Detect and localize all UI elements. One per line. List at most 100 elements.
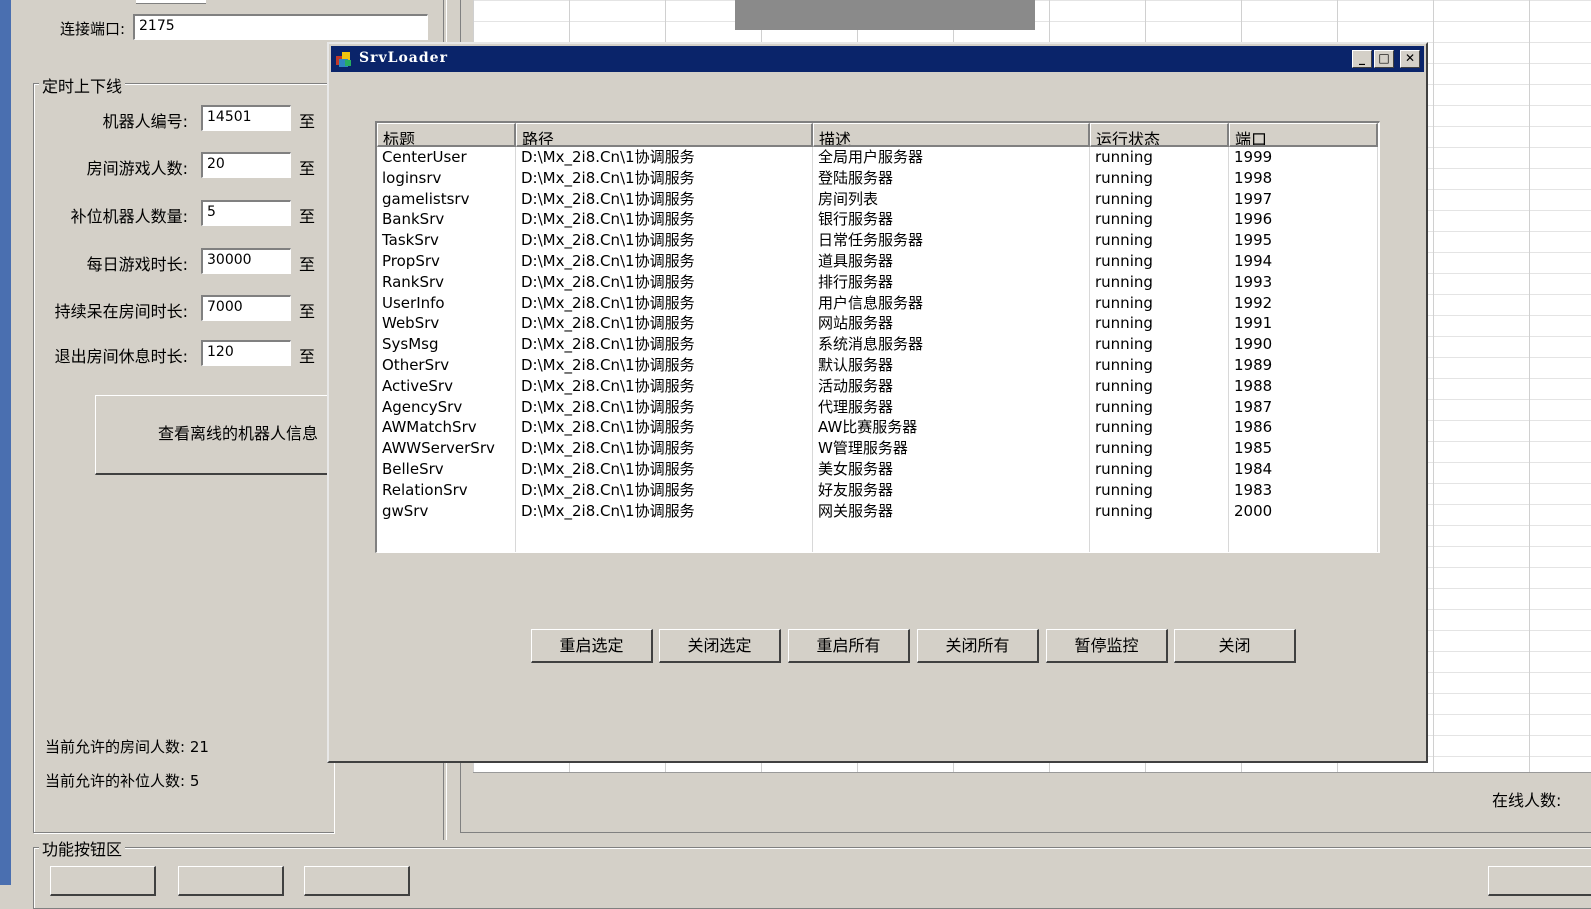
function-button-3[interactable] [304, 866, 410, 896]
server-cell: running [1095, 355, 1153, 374]
server-cell: WebSrv [382, 314, 440, 333]
server-cell: RankSrv [382, 272, 445, 291]
server-cell: 网关服务器 [818, 501, 894, 520]
column-header[interactable]: 运行状态 [1090, 123, 1229, 147]
server-cell: 系统消息服务器 [818, 335, 924, 354]
server-cell: 1990 [1234, 335, 1273, 354]
server-cell: running [1095, 189, 1153, 208]
server-cell: AW比赛服务器 [818, 418, 918, 437]
server-cell: running [1095, 501, 1153, 520]
server-cell: D:\Mx_2i8.Cn\1协调服务 [521, 231, 695, 250]
server-cell: 1983 [1234, 480, 1273, 499]
schedule-field-input[interactable]: 30000 [201, 248, 291, 274]
range-to-label: 至 [299, 207, 316, 226]
server-cell: AWMatchSrv [382, 418, 477, 437]
schedule-field-label: 补位机器人数量: [70, 207, 188, 226]
function-button-2[interactable] [178, 866, 284, 896]
server-cell: running [1095, 418, 1153, 437]
server-cell: running [1095, 397, 1153, 416]
server-cell: running [1095, 376, 1153, 395]
column-divider [812, 147, 813, 552]
server-cell: 全局用户服务器 [818, 148, 924, 166]
dialog-action-button[interactable]: 重启所有 [788, 629, 910, 663]
schedule-group-title: 定时上下线 [39, 73, 126, 97]
server-cell: 房间列表 [818, 189, 879, 208]
server-cell: loginsrv [382, 168, 442, 187]
server-cell: running [1095, 439, 1153, 458]
server-cell: D:\Mx_2i8.Cn\1协调服务 [521, 355, 695, 374]
function-group-title: 功能按钮区 [39, 836, 126, 860]
server-cell: 2000 [1234, 501, 1273, 520]
maximize-button[interactable]: □ [1374, 50, 1394, 68]
server-cell: 1993 [1234, 272, 1273, 291]
dialog-action-button[interactable]: 关闭所有 [917, 629, 1039, 663]
server-cell: OtherSrv [382, 355, 450, 374]
server-cell: 1984 [1234, 459, 1273, 478]
server-cell: gwSrv [382, 501, 429, 520]
server-cell: D:\Mx_2i8.Cn\1协调服务 [521, 210, 695, 229]
server-cell: D:\Mx_2i8.Cn\1协调服务 [521, 168, 695, 187]
server-cell: 活动服务器 [818, 376, 894, 395]
dialog-action-button[interactable]: 暂停监控 [1046, 629, 1168, 663]
column-header[interactable]: 端口 [1229, 123, 1378, 147]
server-cell: ActiveSrv [382, 376, 453, 395]
dialog-titlebar[interactable]: SrvLoader _ □ ✕ [331, 46, 1424, 72]
server-cell: 1987 [1234, 397, 1273, 416]
schedule-field-input[interactable]: 7000 [201, 295, 291, 321]
server-cell: D:\Mx_2i8.Cn\1协调服务 [521, 293, 695, 312]
server-cell: 好友服务器 [818, 480, 894, 499]
server-cell: D:\Mx_2i8.Cn\1协调服务 [521, 148, 695, 166]
schedule-field-input[interactable]: 120 [201, 340, 291, 366]
top-input-edge [136, 0, 206, 4]
column-header[interactable]: 标题 [377, 123, 516, 147]
column-header[interactable]: 描述 [813, 123, 1090, 147]
server-cell: RelationSrv [382, 480, 468, 499]
port-label: 连接端口: [59, 20, 125, 38]
range-to-label: 至 [299, 159, 316, 178]
server-cell: BankSrv [382, 210, 445, 229]
dialog-action-button[interactable]: 关闭选定 [659, 629, 781, 663]
dialog-action-button[interactable]: 重启选定 [531, 629, 653, 663]
server-cell: 用户信息服务器 [818, 293, 924, 312]
server-cell: 1997 [1234, 189, 1273, 208]
schedule-field-input[interactable]: 14501 [201, 105, 291, 131]
server-cell: 1999 [1234, 148, 1273, 166]
server-cell: D:\Mx_2i8.Cn\1协调服务 [521, 314, 695, 333]
schedule-field-label: 房间游戏人数: [86, 159, 188, 178]
server-cell: 银行服务器 [818, 210, 894, 229]
close-button[interactable]: ✕ [1400, 50, 1420, 68]
range-to-label: 至 [299, 347, 316, 366]
server-cell: 1985 [1234, 439, 1273, 458]
server-cell: running [1095, 148, 1153, 166]
server-cell: CenterUser [382, 148, 467, 166]
server-cell: D:\Mx_2i8.Cn\1协调服务 [521, 459, 695, 478]
server-cell: 1988 [1234, 376, 1273, 395]
schedule-field-label: 机器人编号: [102, 112, 188, 131]
server-cell: running [1095, 210, 1153, 229]
schedule-field-input[interactable]: 5 [201, 200, 291, 226]
range-to-label: 至 [299, 302, 316, 321]
server-cell: AgencySrv [382, 397, 463, 416]
server-cell: 1996 [1234, 210, 1273, 229]
server-cell: SysMsg [382, 335, 439, 354]
column-divider [1228, 147, 1229, 552]
minimize-button[interactable]: _ [1352, 50, 1372, 68]
function-button-4[interactable] [1488, 866, 1591, 896]
column-divider [1089, 147, 1090, 552]
view-offline-robots-button[interactable]: 查看离线的机器人信息 [95, 395, 335, 475]
server-cell: running [1095, 251, 1153, 270]
dialog-action-button[interactable]: 关闭 [1174, 629, 1296, 663]
server-cell: running [1095, 335, 1153, 354]
server-cell: running [1095, 314, 1153, 333]
server-cell: 代理服务器 [818, 397, 894, 416]
port-input[interactable]: 2175 [133, 14, 428, 40]
server-listview[interactable]: 标题 路径 描述 运行状态 端口 CenterUser D:\Mx_2i8.Cn\1协调服… [375, 121, 1380, 553]
function-button-1[interactable] [50, 866, 156, 896]
schedule-field-input[interactable]: 20 [201, 152, 291, 178]
server-cell: PropSrv [382, 251, 440, 270]
server-cell: 1989 [1234, 355, 1273, 374]
column-header[interactable]: 路径 [516, 123, 813, 147]
fill-allowed-text: 当前允许的补位人数: 5 [45, 772, 200, 790]
dialog-title: SrvLoader [359, 50, 448, 66]
server-cell: D:\Mx_2i8.Cn\1协调服务 [521, 439, 695, 458]
